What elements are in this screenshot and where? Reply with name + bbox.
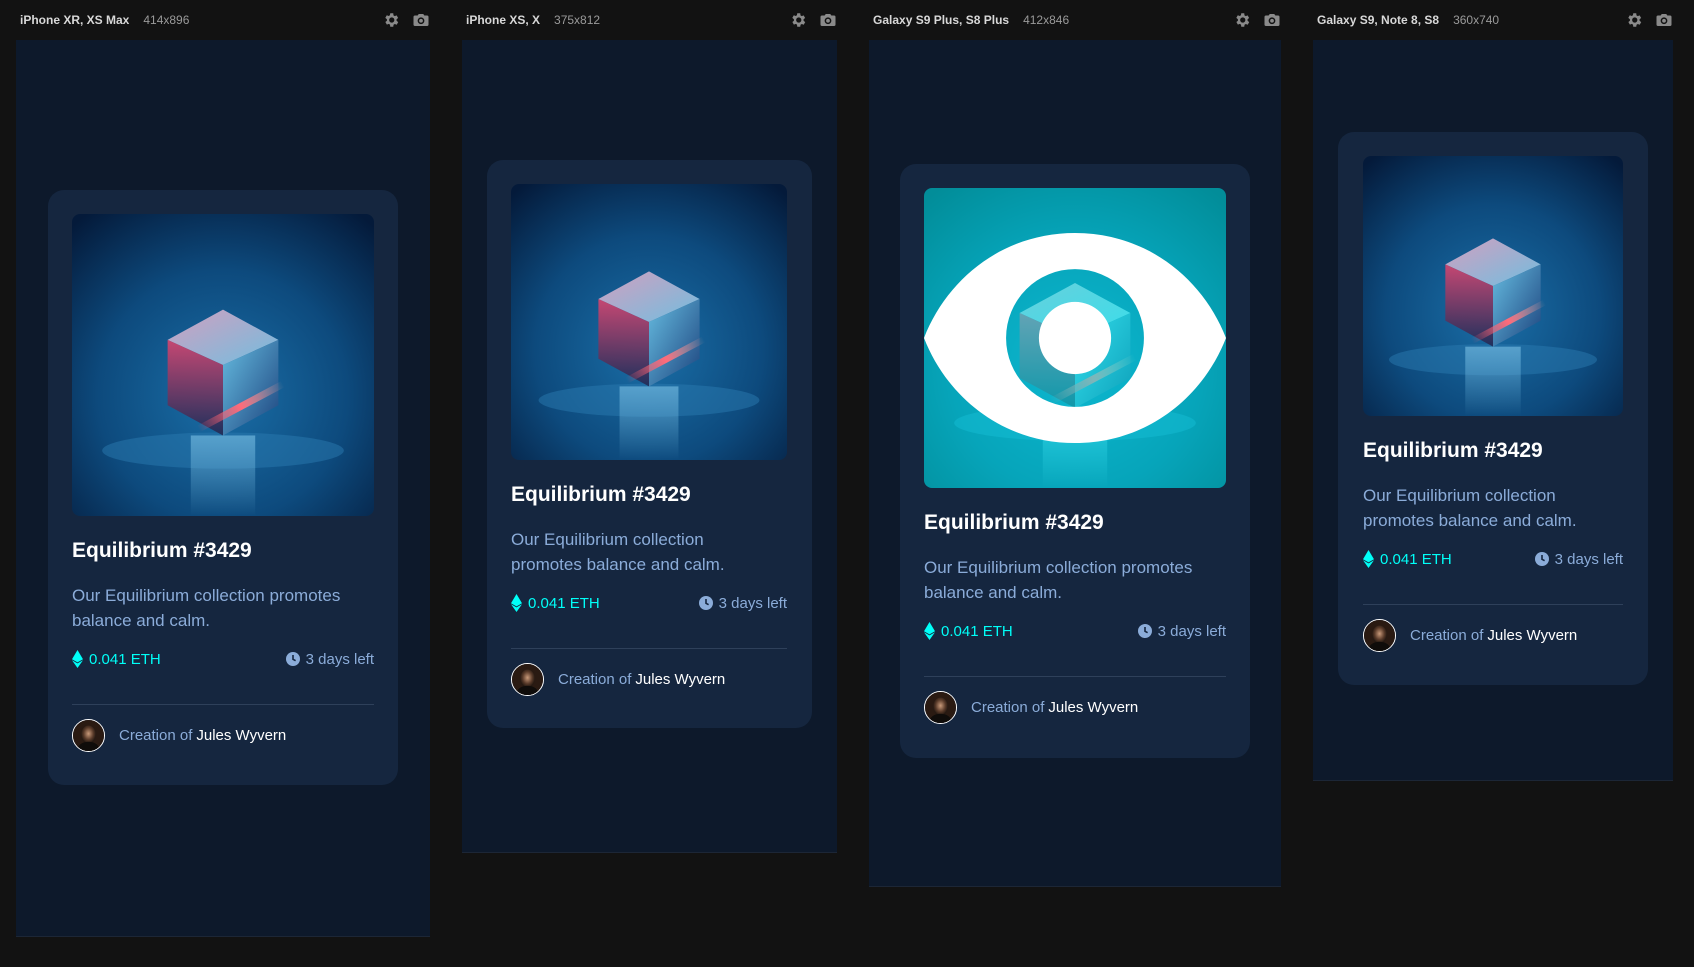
nft-card: Equilibrium #3429 Our Equilibrium collec… xyxy=(900,164,1250,758)
creator: Creation of Jules Wyvern xyxy=(511,663,725,696)
time-left-value: 3 days left xyxy=(305,650,374,668)
clock-icon xyxy=(1137,624,1152,638)
time-left: 3 days left xyxy=(1137,622,1226,640)
creator: Creation of Jules Wyvern xyxy=(72,719,286,752)
creator: Creation of Jules Wyvern xyxy=(924,691,1138,724)
time-left: 3 days left xyxy=(698,594,787,612)
ethereum-icon xyxy=(72,650,83,668)
nft-card: Equilibrium #3429 Our Equilibrium collec… xyxy=(487,160,812,728)
card-title[interactable]: Equilibrium #3429 xyxy=(511,483,691,507)
time-left: 3 days left xyxy=(1534,550,1623,568)
divider xyxy=(924,676,1226,677)
card-description: Our Equilibrium collection promotes bala… xyxy=(511,530,725,574)
camera-icon[interactable] xyxy=(819,11,837,29)
device-screen: Equilibrium #3429 Our Equilibrium collec… xyxy=(869,40,1281,887)
avatar-image xyxy=(512,664,543,695)
divider xyxy=(511,648,787,649)
device-screen: Equilibrium #3429 Our Equilibrium collec… xyxy=(1313,40,1673,781)
price: 0.041 ETH xyxy=(1363,550,1452,568)
gear-icon[interactable] xyxy=(789,11,807,29)
cube-artwork xyxy=(511,184,787,460)
clock-icon xyxy=(285,652,300,666)
time-left-value: 3 days left xyxy=(718,594,787,612)
device-size: 375x812 xyxy=(554,13,601,27)
cube-artwork xyxy=(1363,156,1623,416)
creator-prefix: Creation of xyxy=(119,727,193,744)
card-title[interactable]: Equilibrium #3429 xyxy=(72,539,252,563)
device-screen: Equilibrium #3429 Our Equilibrium collec… xyxy=(16,40,430,937)
divider xyxy=(1363,604,1623,605)
time-left-value: 3 days left xyxy=(1157,622,1226,640)
avatar-image xyxy=(1364,620,1395,651)
device-header: iPhone XR, XS Max 414x896 xyxy=(16,0,430,40)
ethereum-icon xyxy=(924,622,935,640)
eye-icon xyxy=(924,232,1226,444)
creator-prefix: Creation of xyxy=(558,671,632,688)
device-name: iPhone XS, X xyxy=(466,13,541,27)
creator: Creation of Jules Wyvern xyxy=(1363,619,1577,652)
device-name: iPhone XR, XS Max xyxy=(20,13,130,27)
gear-icon[interactable] xyxy=(1233,11,1251,29)
avatar xyxy=(924,691,957,724)
price-value: 0.041 ETH xyxy=(89,650,161,668)
device-header: Galaxy S9, Note 8, S8 360x740 xyxy=(1313,0,1673,40)
hover-overlay[interactable] xyxy=(924,188,1226,488)
clock-icon xyxy=(698,596,713,610)
device-name: Galaxy S9 Plus, S8 Plus xyxy=(873,13,1010,27)
price-value: 0.041 ETH xyxy=(1380,550,1452,568)
camera-icon[interactable] xyxy=(1655,11,1673,29)
creator-prefix: Creation of xyxy=(971,699,1045,716)
card-meta: 0.041 ETH 3 days left xyxy=(511,594,787,612)
price-value: 0.041 ETH xyxy=(528,594,600,612)
nft-image[interactable] xyxy=(924,188,1226,488)
device-header: Galaxy S9 Plus, S8 Plus 412x846 xyxy=(869,0,1281,40)
time-left-value: 3 days left xyxy=(1554,550,1623,568)
avatar-image xyxy=(925,692,956,723)
camera-icon[interactable] xyxy=(412,11,430,29)
device-size: 414x896 xyxy=(143,13,190,27)
nft-card: Equilibrium #3429 Our Equilibrium collec… xyxy=(48,190,398,785)
nft-image[interactable] xyxy=(72,214,374,516)
gear-icon[interactable] xyxy=(1625,11,1643,29)
gear-icon[interactable] xyxy=(382,11,400,29)
divider xyxy=(72,704,374,705)
clock-icon xyxy=(1534,552,1549,566)
card-title[interactable]: Equilibrium #3429 xyxy=(924,511,1104,535)
ethereum-icon xyxy=(511,594,522,612)
device-size: 360x740 xyxy=(1453,13,1500,27)
device-screen: Equilibrium #3429 Our Equilibrium collec… xyxy=(462,40,837,853)
camera-icon[interactable] xyxy=(1263,11,1281,29)
card-title[interactable]: Equilibrium #3429 xyxy=(1363,439,1543,463)
card-description: Our Equilibrium collection promotes bala… xyxy=(1363,486,1577,530)
creator-name[interactable]: Jules Wyvern xyxy=(196,727,286,744)
cube-artwork xyxy=(72,214,374,516)
card-meta: 0.041 ETH 3 days left xyxy=(924,622,1226,640)
price: 0.041 ETH xyxy=(72,650,161,668)
time-left: 3 days left xyxy=(285,650,374,668)
card-meta: 0.041 ETH 3 days left xyxy=(1363,550,1623,568)
creator-name[interactable]: Jules Wyvern xyxy=(1487,627,1577,644)
card-description: Our Equilibrium collection promotes bala… xyxy=(924,558,1193,602)
creator-name[interactable]: Jules Wyvern xyxy=(635,671,725,688)
avatar xyxy=(511,663,544,696)
avatar xyxy=(1363,619,1396,652)
creator-name[interactable]: Jules Wyvern xyxy=(1048,699,1138,716)
nft-image[interactable] xyxy=(511,184,787,460)
device-header: iPhone XS, X 375x812 xyxy=(462,0,837,40)
price: 0.041 ETH xyxy=(924,622,1013,640)
card-meta: 0.041 ETH 3 days left xyxy=(72,650,374,668)
nft-image[interactable] xyxy=(1363,156,1623,416)
price: 0.041 ETH xyxy=(511,594,600,612)
device-size: 412x846 xyxy=(1023,13,1070,27)
price-value: 0.041 ETH xyxy=(941,622,1013,640)
avatar-image xyxy=(73,720,104,751)
creator-prefix: Creation of xyxy=(1410,627,1484,644)
card-description: Our Equilibrium collection promotes bala… xyxy=(72,586,341,630)
device-name: Galaxy S9, Note 8, S8 xyxy=(1317,13,1440,27)
ethereum-icon xyxy=(1363,550,1374,568)
avatar xyxy=(72,719,105,752)
nft-card: Equilibrium #3429 Our Equilibrium collec… xyxy=(1338,132,1648,685)
